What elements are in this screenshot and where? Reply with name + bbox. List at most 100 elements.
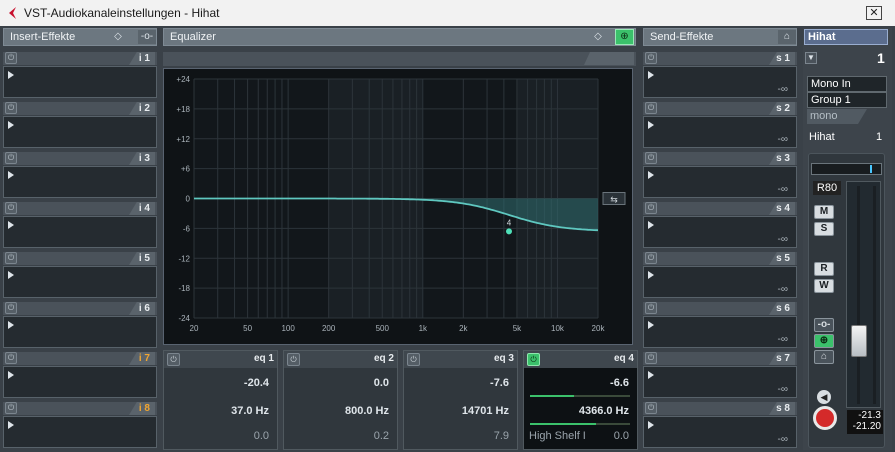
insert-slot-box[interactable] [3, 216, 157, 248]
read-automation-button[interactable]: R [814, 262, 834, 276]
insert-slot-box[interactable] [3, 416, 157, 448]
send-slot-power-icon[interactable]: ⏻ [645, 202, 657, 214]
eq-band-q[interactable]: 7.9 [494, 430, 509, 442]
monitor-icon[interactable]: ◀ [817, 390, 831, 404]
channel-menu-icon[interactable]: ▼ [805, 52, 817, 64]
insert-slot-box[interactable] [3, 166, 157, 198]
send-slot-level[interactable]: -∞ [778, 134, 788, 145]
insert-slot-power-icon[interactable]: ⏻ [5, 302, 17, 314]
insert-slot-power-icon[interactable]: ⏻ [5, 52, 17, 64]
eq-band-type[interactable]: High Shelf I [529, 430, 586, 442]
insert-slot-box[interactable] [3, 116, 157, 148]
insert-slot-expand-icon[interactable] [8, 271, 14, 279]
insert-slot-power-icon[interactable]: ⏻ [5, 402, 17, 414]
insert-slot-expand-icon[interactable] [8, 221, 14, 229]
send-slot-power-icon[interactable]: ⏻ [645, 252, 657, 264]
send-slot-expand-icon[interactable] [648, 171, 654, 179]
pan-slider[interactable] [811, 163, 882, 175]
send-slot-level[interactable]: -∞ [778, 334, 788, 345]
send-slot-box[interactable]: -∞ [643, 316, 797, 348]
send-slot-power-icon[interactable]: ⏻ [645, 52, 657, 64]
eq-band-power-icon[interactable]: ⏻ [167, 353, 180, 366]
eq-bypass-toggle[interactable]: ⊕ [814, 334, 834, 348]
send-bypass-toggle[interactable]: ⌂ [814, 350, 834, 364]
eq-band-q[interactable]: 0.0 [614, 430, 629, 442]
eq-band-freq[interactable]: 800.0 Hz [345, 405, 389, 417]
eq-band-power-icon[interactable]: ⏻ [527, 353, 540, 366]
eq-band-gain[interactable]: 0.0 [374, 377, 389, 389]
insert-slot-expand-icon[interactable] [8, 121, 14, 129]
send-settings-icon[interactable]: ⌂ [778, 30, 796, 44]
send-slot-power-icon[interactable]: ⏻ [645, 352, 657, 364]
insert-slot-power-icon[interactable]: ⏻ [5, 202, 17, 214]
send-slot-box[interactable]: -∞ [643, 116, 797, 148]
fader-handle[interactable] [851, 325, 867, 357]
eq-enable-icon[interactable]: ⊕ [615, 29, 634, 45]
insert-bypass-toggle[interactable]: -o- [814, 318, 834, 332]
insert-slot-box[interactable] [3, 316, 157, 348]
insert-slot-expand-icon[interactable] [8, 371, 14, 379]
send-slot-expand-icon[interactable] [648, 371, 654, 379]
send-slot-box[interactable]: -∞ [643, 166, 797, 198]
insert-slot-power-icon[interactable]: ⏻ [5, 152, 17, 164]
eq-band-freq[interactable]: 14701 Hz [462, 405, 509, 417]
send-slot-box[interactable]: -∞ [643, 216, 797, 248]
insert-slot-expand-icon[interactable] [8, 171, 14, 179]
insert-slot-expand-icon[interactable] [8, 71, 14, 79]
eq-preset-tab[interactable] [584, 52, 634, 65]
send-slot-level[interactable]: -∞ [778, 384, 788, 395]
send-slot-box[interactable]: -∞ [643, 416, 797, 448]
eq-band-q[interactable]: 0.0 [254, 430, 269, 442]
eq-bypass-icon[interactable]: ◇ [590, 30, 606, 44]
eq-graph[interactable]: +24 +18 +12 +6 0 -6 -12 -18 -24 20 50 100 200 500 1k 2k… [163, 68, 633, 345]
insert-slot-power-icon[interactable]: ⏻ [5, 252, 17, 264]
solo-button[interactable]: S [814, 222, 834, 236]
send-slot-level[interactable]: -∞ [778, 84, 788, 95]
insert-bypass-icon[interactable]: ◇ [110, 30, 126, 44]
eq-band-power-icon[interactable]: ⏻ [287, 353, 300, 366]
fader-track[interactable] [846, 181, 881, 408]
insert-slot-power-icon[interactable]: ⏻ [5, 352, 17, 364]
insert-slot-expand-icon[interactable] [8, 421, 14, 429]
send-slot-expand-icon[interactable] [648, 421, 654, 429]
insert-slot-power-icon[interactable]: ⏻ [5, 102, 17, 114]
send-slot-expand-icon[interactable] [648, 321, 654, 329]
eq-band-power-icon[interactable]: ⏻ [407, 353, 420, 366]
send-slot-power-icon[interactable]: ⏻ [645, 152, 657, 164]
eq-band-freq[interactable]: 37.0 Hz [231, 405, 269, 417]
channel-name[interactable]: Hihat [804, 29, 888, 45]
send-slot-level[interactable]: -∞ [778, 284, 788, 295]
send-slot-power-icon[interactable]: ⏻ [645, 302, 657, 314]
send-slot-power-icon[interactable]: ⏻ [645, 402, 657, 414]
eq-curve-svg[interactable]: +24 +18 +12 +6 0 -6 -12 -18 -2420 50 100 200 500 1k 2k… [164, 69, 632, 344]
insert-settings-icon[interactable]: -o- [138, 30, 156, 44]
eq-band-q[interactable]: 0.2 [374, 430, 389, 442]
send-slot-box[interactable]: -∞ [643, 366, 797, 398]
record-enable-button[interactable] [813, 406, 837, 430]
send-slot-expand-icon[interactable] [648, 71, 654, 79]
send-slot-power-icon[interactable]: ⏻ [645, 102, 657, 114]
eq-band-freq[interactable]: 4366.0 Hz [579, 405, 629, 417]
output-routing[interactable]: Group 1 [807, 92, 887, 108]
eq-band-gain[interactable]: -20.4 [244, 377, 269, 389]
input-routing[interactable]: Mono In [807, 76, 887, 92]
fader-value[interactable]: -21.20 [847, 421, 881, 432]
send-slot-level[interactable]: -∞ [778, 434, 788, 445]
insert-slot-expand-icon[interactable] [8, 321, 14, 329]
eq-band-gain[interactable]: -7.6 [490, 377, 509, 389]
eq-band-gain[interactable]: -6.6 [610, 377, 629, 389]
eq-band-4-handle[interactable] [505, 228, 512, 235]
insert-slot-box[interactable] [3, 266, 157, 298]
send-slot-level[interactable]: -∞ [778, 184, 788, 195]
send-slot-box[interactable]: -∞ [643, 266, 797, 298]
write-automation-button[interactable]: W [814, 279, 834, 293]
mute-button[interactable]: M [814, 205, 834, 219]
send-slot-level[interactable]: -∞ [778, 234, 788, 245]
insert-slot-box[interactable] [3, 66, 157, 98]
close-button[interactable]: ✕ [866, 6, 882, 20]
send-slot-expand-icon[interactable] [648, 121, 654, 129]
send-slot-expand-icon[interactable] [648, 271, 654, 279]
send-slot-box[interactable]: -∞ [643, 66, 797, 98]
send-slot-expand-icon[interactable] [648, 221, 654, 229]
insert-slot-box[interactable] [3, 366, 157, 398]
